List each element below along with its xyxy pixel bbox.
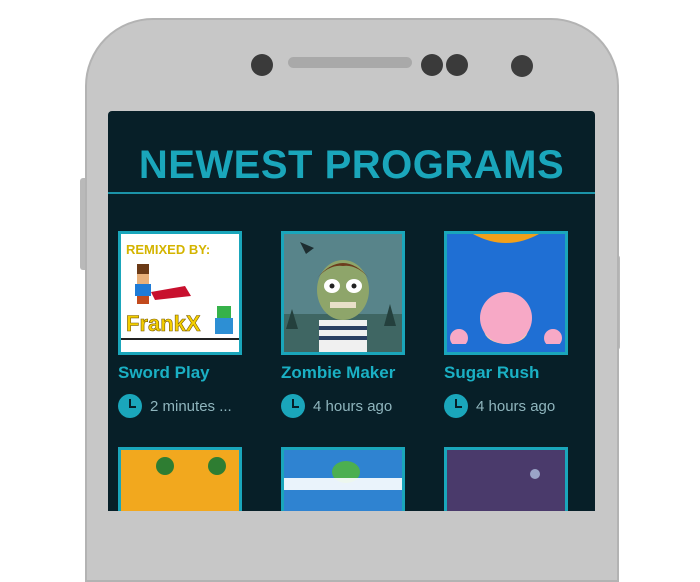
program-thumbnail[interactable] [444, 231, 568, 355]
program-time: 2 minutes ... [150, 397, 232, 415]
clock-icon [281, 394, 305, 418]
clock-icon [444, 394, 468, 418]
program-card[interactable]: Sugar Rush 4 hours ago [444, 231, 568, 418]
program-card[interactable]: Zombie Maker 4 hours ago [281, 231, 405, 418]
program-card[interactable] [118, 447, 242, 511]
thumb-text-top: REMIXED BY: [126, 242, 210, 257]
title-divider [108, 192, 595, 194]
program-thumbnail[interactable]: REMIXED BY: FrankX [118, 231, 242, 355]
program-time: 4 hours ago [313, 397, 393, 415]
phone-camera-icon [421, 54, 443, 76]
program-thumbnail[interactable] [281, 447, 405, 511]
program-title[interactable]: Sword Play [118, 363, 242, 383]
program-meta: 2 minutes ... [118, 394, 242, 418]
program-thumbnail[interactable] [281, 231, 405, 355]
clock-icon [118, 394, 142, 418]
program-thumbnail[interactable] [118, 447, 242, 511]
phone-sensor-icon [251, 54, 273, 76]
program-meta: 4 hours ago [444, 394, 568, 418]
program-thumbnail[interactable] [444, 447, 568, 511]
phone-speaker [288, 57, 412, 68]
program-meta: 4 hours ago [281, 394, 405, 418]
program-card[interactable] [444, 447, 568, 511]
phone-front-camera-icon [511, 55, 533, 77]
program-title[interactable]: Sugar Rush [444, 363, 568, 383]
thumb-text-bottom: FrankX [126, 311, 201, 336]
program-card[interactable]: REMIXED BY: FrankX Sword Play 2 minutes … [118, 231, 242, 418]
program-card[interactable] [281, 447, 405, 511]
page-title: NEWEST PROGRAMS [138, 143, 565, 187]
app-screen: NEWEST PROGRAMS REMIXED BY: FrankX Sword… [108, 111, 595, 511]
program-time: 4 hours ago [476, 397, 556, 415]
program-title[interactable]: Zombie Maker [281, 363, 405, 383]
phone-camera-icon [446, 54, 468, 76]
